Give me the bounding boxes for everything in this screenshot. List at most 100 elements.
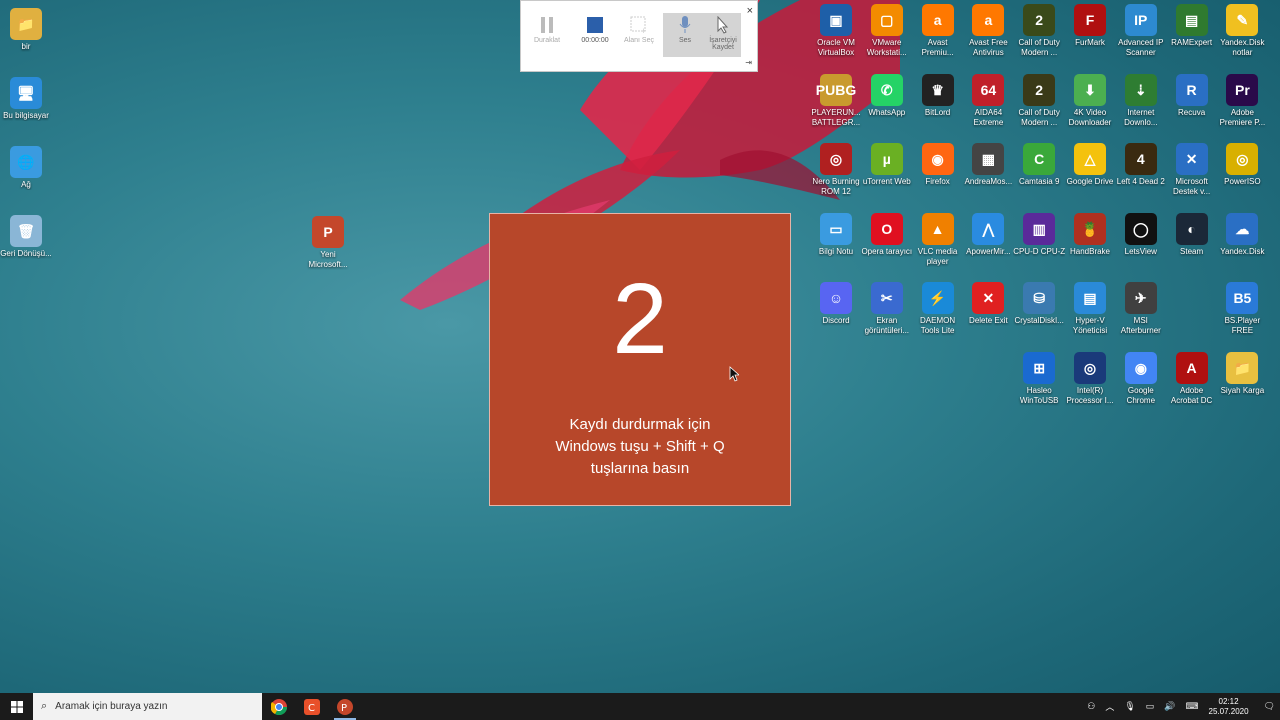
- app-icon: ✈: [1124, 282, 1157, 314]
- desktop-icon[interactable]: ◉ Firefox: [912, 143, 964, 187]
- desktop-icon[interactable]: ◉ Google Chrome: [1115, 351, 1167, 406]
- desktop-icon[interactable]: ✕ Microsoft Destek v...: [1166, 143, 1218, 197]
- desktop-icon-label: ApowerMir...: [966, 246, 1011, 256]
- stop-button[interactable]: 00:00:00: [573, 13, 617, 57]
- desktop-icon-powerpoint-file[interactable]: P Yeni Microsoft...: [302, 216, 354, 270]
- taskbar-search-box[interactable]: ⌕ Aramak için buraya yazın: [33, 693, 262, 720]
- desktop-icon[interactable]: ▤ Hyper-V Yöneticisi: [1064, 282, 1116, 336]
- start-button[interactable]: [0, 693, 33, 720]
- app-icon: ◎: [1074, 351, 1106, 384]
- clock-time: 02:12: [1218, 696, 1239, 706]
- desktop-icon[interactable]: ⋀ ApowerMir...: [962, 212, 1014, 257]
- desktop-icon[interactable]: ☺ Discord: [810, 282, 862, 326]
- audio-toggle[interactable]: Ses: [663, 13, 707, 57]
- desktop-icon[interactable]: 4 Left 4 Dead 2: [1115, 143, 1167, 187]
- desktop-icon[interactable]: IP Advanced IP Scanner: [1115, 4, 1167, 58]
- volume-icon[interactable]: 🔊: [1164, 701, 1175, 712]
- app-icon: ▦: [972, 143, 1005, 175]
- close-icon[interactable]: ×: [747, 5, 753, 17]
- desktop-icon[interactable]: ✂ Ekran görüntüleri...: [861, 282, 913, 336]
- notifications-icon[interactable]: 🗨: [1264, 701, 1275, 712]
- desktop-icon[interactable]: Pr Adobe Premiere P...: [1216, 73, 1268, 128]
- stop-icon: [587, 17, 603, 33]
- svg-text:+: +: [641, 26, 646, 34]
- desktop-icon[interactable]: O Opera tarayıcı: [861, 212, 913, 257]
- desktop-icon-label: Google Drive: [1066, 177, 1114, 186]
- desktop-icon[interactable]: ✕ Delete Exit: [962, 282, 1014, 326]
- desktop-icon[interactable]: 2 Call of Duty Modern ...: [1013, 73, 1065, 128]
- app-icon: µ: [870, 143, 903, 175]
- desktop-icon[interactable]: µ uTorrent Web: [861, 143, 913, 187]
- desktop-icon[interactable]: ☁ Yandex.Disk: [1216, 212, 1268, 257]
- desktop-icon[interactable]: ⊞ Hasleo WinToUSB: [1013, 351, 1065, 406]
- select-area-icon: +: [630, 16, 646, 34]
- desktop-icon[interactable]: ✆ WhatsApp: [861, 73, 913, 118]
- desktop-icon[interactable]: 🖥 Bu bilgisayar: [0, 77, 52, 121]
- desktop-icon[interactable]: 📁 bir: [0, 8, 52, 52]
- people-icon[interactable]: ⚇: [1087, 701, 1095, 712]
- desktop-icon-label: Yeni Microsoft...: [308, 250, 348, 269]
- desktop-icon[interactable]: ◐ Steam: [1166, 212, 1218, 257]
- desktop-icon[interactable]: ◯ LetsView: [1115, 212, 1167, 257]
- desktop-icon[interactable]: a Avast Premiu...: [912, 4, 964, 58]
- network-icon[interactable]: ▭: [1146, 701, 1155, 712]
- desktop-icon[interactable]: ✎ Yandex.Disk notlar: [1216, 4, 1268, 58]
- desktop-icon-label: Recuva: [1178, 107, 1206, 117]
- pause-button[interactable]: Duraklat: [525, 13, 569, 57]
- app-icon: R: [1175, 73, 1208, 106]
- desktop-icon[interactable]: PUBG PLAYERUN... BATTLEGR...: [810, 73, 862, 128]
- desktop-icon[interactable]: R Recuva: [1166, 73, 1218, 118]
- desktop-icon[interactable]: ◎ PowerISO: [1216, 143, 1268, 187]
- microphone-tray-icon[interactable]: 🎙: [1124, 701, 1135, 712]
- desktop-icon[interactable]: ▭ Bilgi Notu: [810, 212, 862, 257]
- app-icon: ▭: [820, 212, 852, 245]
- desktop-icon[interactable]: ⚡ DAEMON Tools Lite: [912, 282, 964, 336]
- desktop-icon-label: Delete Exit: [969, 316, 1008, 325]
- language-icon[interactable]: ⌨: [1186, 701, 1199, 712]
- desktop-icon[interactable]: ▥ CPU-D CPU-Z: [1013, 212, 1065, 257]
- desktop-icon[interactable]: ▣ Oracle VM VirtualBox: [810, 4, 862, 58]
- taskbar-camtasia[interactable]: C: [297, 693, 327, 720]
- desktop-icon[interactable]: ⇣ Internet Downlo...: [1115, 73, 1167, 128]
- desktop-icon[interactable]: ◎ Intel(R) Processor I...: [1064, 351, 1116, 406]
- screen-recorder-toolbar: Duraklat 00:00:00 + Alanı Seç Ses İşaret…: [520, 0, 758, 72]
- desktop-icon-label: AIDA64 Extreme: [973, 107, 1004, 127]
- taskbar-chrome[interactable]: [264, 693, 294, 720]
- desktop-icon[interactable]: ⛁ CrystalDiskI...: [1013, 282, 1065, 326]
- desktop-icon[interactable]: ✈ MSI Afterburner: [1115, 282, 1167, 336]
- desktop-icon[interactable]: C Camtasia 9: [1013, 143, 1065, 187]
- clock-date: 25.07.2020: [1208, 706, 1249, 716]
- select-area-button[interactable]: + Alanı Seç: [617, 13, 661, 57]
- desktop-icon[interactable]: ▤ RAMExpert: [1166, 4, 1218, 48]
- desktop-icon[interactable]: A Adobe Acrobat DC: [1166, 351, 1218, 406]
- desktop-icon[interactable]: F FurMark: [1064, 4, 1116, 48]
- desktop-icon[interactable]: 🍍 HandBrake: [1064, 212, 1116, 257]
- recording-timer: 00:00:00: [581, 37, 609, 44]
- desktop-icon[interactable]: ▦ AndreaMos...: [962, 143, 1014, 187]
- app-icon: 📁: [1226, 351, 1259, 384]
- desktop-icon[interactable]: 📁 Siyah Karga: [1216, 351, 1268, 396]
- pause-label: Duraklat: [533, 37, 561, 44]
- desktop-icon[interactable]: 🗑 Geri Dönüşü...: [0, 215, 52, 259]
- desktop-icon[interactable]: ▢ VMware Workstati...: [861, 4, 913, 58]
- desktop-icon[interactable]: ♛ BitLord: [912, 73, 964, 118]
- taskbar-powerpoint[interactable]: P: [330, 693, 360, 720]
- desktop-icon-label: Intel(R) Processor I...: [1066, 385, 1114, 405]
- hint-line-3: tuşlarına basın: [590, 460, 690, 477]
- pin-icon[interactable]: ⇥: [745, 58, 752, 67]
- desktop-icon[interactable]: ⬇ 4K Video Downloader: [1064, 73, 1116, 128]
- app-icon: 📁: [10, 8, 42, 40]
- record-pointer-toggle[interactable]: İşaretçiyi Kaydet: [705, 13, 741, 57]
- clock[interactable]: 02:12 25.07.2020: [1209, 697, 1249, 717]
- desktop-icon[interactable]: a Avast Free Antivirus: [962, 4, 1014, 58]
- desktop-icon[interactable]: B5 BS.Player FREE: [1216, 282, 1268, 336]
- app-icon: ✕: [1175, 143, 1208, 175]
- desktop-icon[interactable]: ▲ VLC media player: [912, 212, 964, 267]
- desktop-icon[interactable]: △ Google Drive: [1064, 143, 1116, 187]
- desktop-icon[interactable]: 64 AIDA64 Extreme: [962, 73, 1014, 128]
- desktop-icon[interactable]: 🌐 Ağ: [0, 146, 52, 190]
- desktop-icon[interactable]: ◎ Nero Burning ROM 12: [810, 143, 862, 197]
- desktop-icon[interactable]: 2 Call of Duty Modern ...: [1013, 4, 1065, 58]
- chevron-up-icon[interactable]: ︿: [1105, 700, 1114, 713]
- taskbar: ⌕ Aramak için buraya yazın C P ⚇ ︿ 🎙 ▭ 🔊…: [0, 693, 1280, 720]
